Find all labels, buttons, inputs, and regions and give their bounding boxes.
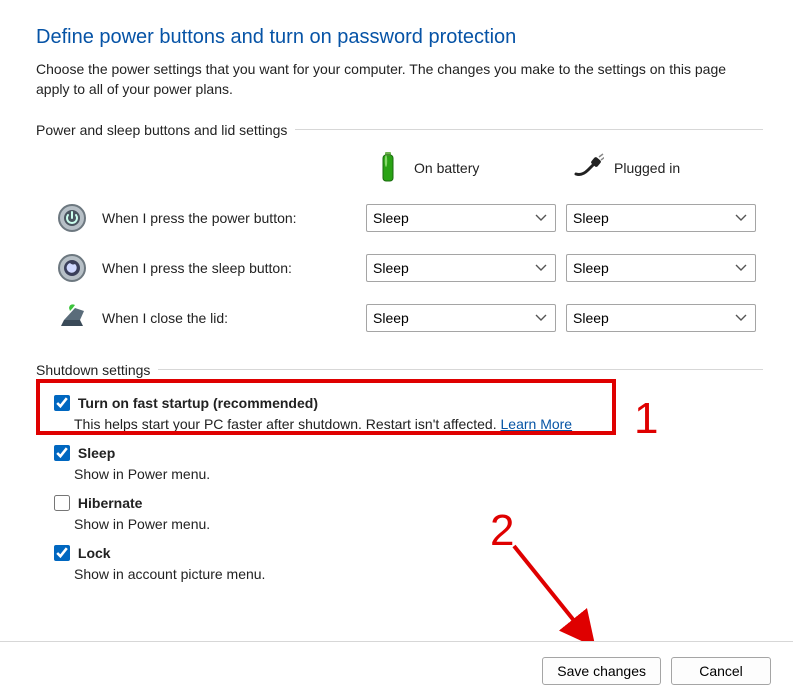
power-button-on-battery-select[interactable]: Sleep <box>366 204 556 232</box>
desc-hibernate: Show in Power menu. <box>74 516 763 532</box>
row-label-sleep: When I press the sleep button: <box>102 260 292 276</box>
checkbox-lock[interactable] <box>54 545 70 561</box>
intro-text: Choose the power settings that you want … <box>36 59 763 100</box>
button-bar: Save changes Cancel <box>0 641 793 699</box>
save-changes-button[interactable]: Save changes <box>542 657 661 685</box>
checkbox-hibernate[interactable] <box>54 495 70 511</box>
desc-lock: Show in account picture menu. <box>74 566 763 582</box>
row-label-power: When I press the power button: <box>102 210 297 226</box>
battery-icon <box>372 152 404 184</box>
label-hibernate: Hibernate <box>78 495 143 511</box>
label-lock: Lock <box>78 545 111 561</box>
divider <box>158 369 763 370</box>
lid-icon <box>56 302 88 334</box>
checkbox-fast-startup[interactable] <box>54 395 70 411</box>
lid-plugged-in-select[interactable]: Sleep <box>566 304 756 332</box>
label-sleep: Sleep <box>78 445 115 461</box>
column-header-battery-label: On battery <box>414 160 479 176</box>
legend-shutdown: Shutdown settings <box>36 362 158 378</box>
row-label-lid: When I close the lid: <box>102 310 228 326</box>
desc-fast-startup: This helps start your PC faster after sh… <box>74 416 763 432</box>
checkbox-sleep[interactable] <box>54 445 70 461</box>
desc-sleep: Show in Power menu. <box>74 466 763 482</box>
learn-more-link[interactable]: Learn More <box>501 416 573 432</box>
label-fast-startup: Turn on fast startup (recommended) <box>78 395 318 411</box>
legend-power-buttons: Power and sleep buttons and lid settings <box>36 122 295 138</box>
divider <box>295 129 763 130</box>
plug-icon <box>572 152 604 184</box>
sleep-button-plugged-in-select[interactable]: Sleep <box>566 254 756 282</box>
cancel-button[interactable]: Cancel <box>671 657 771 685</box>
lid-on-battery-select[interactable]: Sleep <box>366 304 556 332</box>
column-header-battery: On battery <box>366 152 566 184</box>
column-header-plugged: Plugged in <box>566 152 766 184</box>
power-button-icon <box>56 202 88 234</box>
power-button-plugged-in-select[interactable]: Sleep <box>566 204 756 232</box>
sleep-button-on-battery-select[interactable]: Sleep <box>366 254 556 282</box>
column-header-plugged-label: Plugged in <box>614 160 680 176</box>
page-title: Define power buttons and turn on passwor… <box>36 26 763 49</box>
sleep-button-icon <box>56 252 88 284</box>
